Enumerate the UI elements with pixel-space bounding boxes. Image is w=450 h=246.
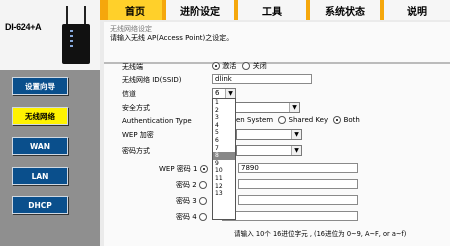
sidebar-item-wireless[interactable]: 无线网络	[12, 107, 68, 125]
key-input-2[interactable]	[238, 179, 358, 189]
key-num: 1	[193, 165, 198, 173]
auth-both-label: Both	[343, 116, 360, 124]
tab-help[interactable]: 说明	[380, 0, 450, 20]
channel-label: 信道	[122, 90, 136, 98]
channel-option[interactable]: 10	[213, 167, 235, 175]
key-row-2: 密码 2	[176, 180, 207, 190]
key-radio-1[interactable]	[199, 165, 208, 173]
page: DI-624+A 设置向导 无线网络 WAN LAN DHCP 首页 进阶设定 …	[0, 0, 450, 246]
wireless-off-label: 关闭	[252, 62, 267, 70]
security-label: 安全方式	[122, 104, 150, 112]
divider	[104, 62, 450, 64]
channel-option[interactable]: 13	[213, 190, 235, 198]
channel-option[interactable]: 3	[213, 114, 235, 122]
sidebar-item-setup-wizard[interactable]: 设置向导	[12, 77, 68, 95]
key-label: 密码	[176, 213, 190, 221]
router-image	[58, 6, 94, 64]
wep-select[interactable]: ▼	[236, 129, 302, 140]
auth-label: Authentication Type	[122, 117, 192, 125]
section-subtitle: 请输入无线 AP(Access Point)之设定。	[110, 34, 234, 42]
auth-both-radio[interactable]	[333, 116, 342, 124]
ssid-label: 无线网络 ID(SSID)	[122, 76, 182, 84]
key-label: WEP 密码	[159, 165, 191, 173]
main-area: 首页 进阶设定 工具 系统状态 说明 无线网络设定 请输入无线 AP(Acces…	[100, 0, 450, 246]
key-num: 3	[192, 197, 197, 205]
chevron-down-icon: ▼	[291, 146, 301, 155]
device-box: DI-624+A	[0, 0, 100, 70]
chevron-down-icon: ▼	[289, 103, 299, 112]
wireless-on-label: 激活	[222, 62, 237, 70]
wireless-on-radio[interactable]	[212, 62, 220, 70]
device-model: DI-624+A	[5, 22, 42, 32]
channel-value: 6	[215, 89, 220, 97]
key-radio-3[interactable]	[198, 197, 207, 205]
channel-option[interactable]: 8	[213, 152, 235, 160]
tab-home[interactable]: 首页	[104, 0, 162, 20]
sidebar-item-lan[interactable]: LAN	[12, 167, 68, 185]
channel-option[interactable]: 7	[213, 145, 235, 153]
channel-option[interactable]: 2	[213, 107, 235, 115]
key-label: 密码	[176, 197, 190, 205]
sidebar-item-dhcp[interactable]: DHCP	[12, 196, 68, 214]
key-row-4: 密码 4	[176, 212, 207, 222]
channel-option[interactable]: 5	[213, 129, 235, 137]
key-radio-2[interactable]	[198, 181, 207, 189]
content-panel: 无线网络设定 请输入无线 AP(Access Point)之设定。 无线端 激活…	[104, 22, 450, 246]
ssid-input[interactable]: dlink	[212, 74, 312, 84]
key-num: 2	[192, 181, 197, 189]
key-input-1[interactable]: 7890	[238, 163, 358, 173]
wireless-radio-group: 激活 关闭	[212, 61, 267, 71]
wireless-label: 无线端	[122, 63, 143, 71]
key-input-3[interactable]	[238, 195, 358, 205]
channel-option[interactable]: 4	[213, 122, 235, 130]
security-select[interactable]: ▼	[234, 102, 300, 113]
auth-open-label: en System	[236, 116, 274, 124]
tab-advanced[interactable]: 进阶设定	[162, 0, 234, 20]
key-input-4[interactable]	[222, 211, 358, 221]
auth-radio-group: en System Shared Key Both	[236, 116, 360, 124]
sidebar-item-wan[interactable]: WAN	[12, 137, 68, 155]
tab-bar: 首页 进阶设定 工具 系统状态 说明	[100, 0, 450, 20]
channel-option[interactable]: 6	[213, 137, 235, 145]
channel-option[interactable]: 11	[213, 175, 235, 183]
key-row-3: 密码 3	[176, 196, 207, 206]
channel-dropdown-list: 1 2 3 4 5 6 7 8 9 10 11 12 13	[212, 98, 236, 220]
key-hint: 请输入 10个 16进位字元 , (16进位为 0~9, A~F, or a~f…	[234, 230, 407, 238]
wep-label: WEP 加密	[122, 131, 154, 139]
key-label: 密码	[176, 181, 190, 189]
key-radio-4[interactable]	[198, 213, 207, 221]
key-num: 4	[192, 213, 197, 221]
tab-tools[interactable]: 工具	[234, 0, 306, 20]
auth-shared-label: Shared Key	[288, 116, 329, 124]
tab-status[interactable]: 系统状态	[306, 0, 380, 20]
key-type-label: 密码方式	[122, 147, 150, 155]
channel-option[interactable]: 9	[213, 160, 235, 168]
auth-shared-radio[interactable]	[278, 116, 287, 124]
key-row-1: WEP 密码 1	[159, 164, 208, 174]
channel-option[interactable]: 1	[213, 99, 235, 107]
key-type-select[interactable]: ▼	[236, 145, 302, 156]
channel-option[interactable]: 12	[213, 183, 235, 191]
chevron-down-icon: ▼	[291, 130, 301, 139]
chevron-down-icon: ▼	[225, 89, 235, 98]
wireless-off-radio[interactable]	[242, 62, 251, 70]
left-panel: DI-624+A 设置向导 无线网络 WAN LAN DHCP	[0, 0, 100, 246]
